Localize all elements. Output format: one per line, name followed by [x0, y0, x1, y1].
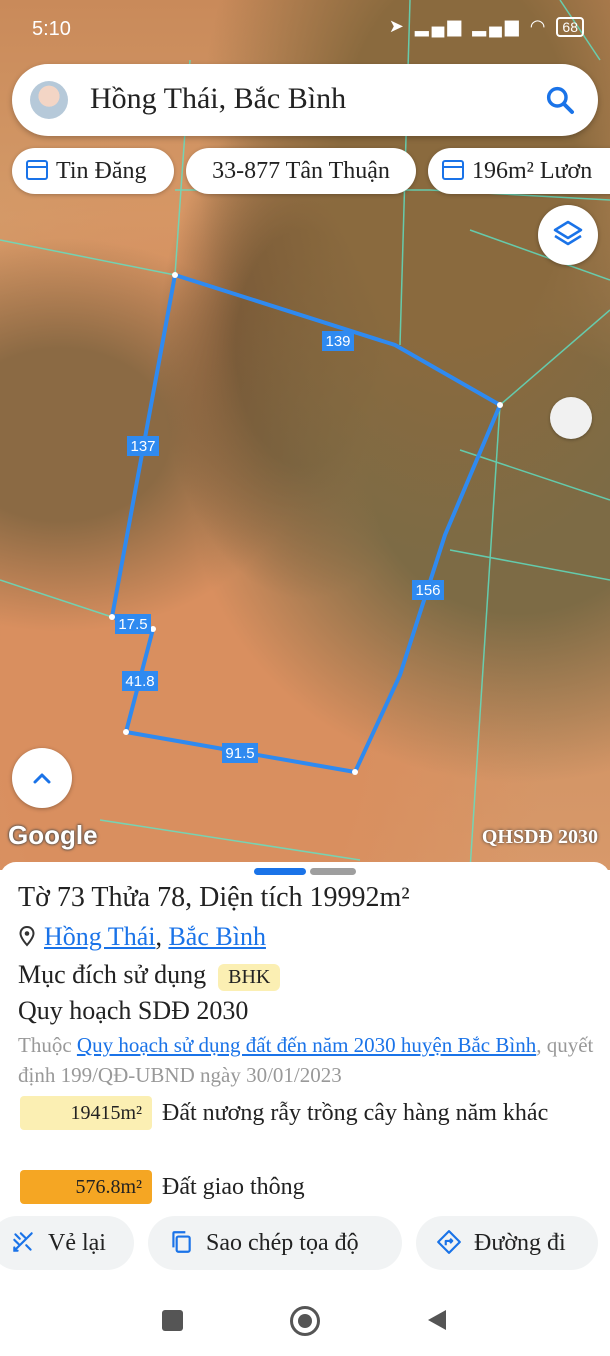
planning-source: Thuộc Quy hoạch sử dụng đất đến năm 2030…	[18, 1030, 594, 1090]
location-separator: ,	[155, 922, 169, 951]
land-use-desc: Đất nương rẫy trồng cây hàng năm khác	[162, 1100, 549, 1126]
chevron-up-icon	[33, 773, 51, 784]
expand-up-button[interactable]	[12, 748, 72, 808]
edge-label-156: 156	[412, 580, 444, 600]
signal-wifi-icons: ➤ ▂▄▆ ▂▄▆ ◠	[388, 16, 549, 36]
battery-level: 68	[562, 19, 578, 35]
status-bar: 5:10 ➤ ▂▄▆ ▂▄▆ ◠ 68	[0, 0, 610, 58]
svg-text:91.5: 91.5	[225, 745, 254, 762]
chip-listing[interactable]: 196m² Lươn	[428, 148, 610, 194]
edge-label-17-5: 17.5	[115, 614, 151, 634]
chip-tin-dang[interactable]: Tin Đăng	[12, 148, 174, 194]
copy-icon	[172, 1231, 191, 1254]
chip-parcel-id[interactable]: 33-877 Tân Thuận	[186, 148, 416, 194]
search-bar[interactable]: Hồng Thái, Bắc Bình	[12, 64, 598, 136]
chip-label: Tin Đăng	[56, 158, 147, 184]
purpose-badge: BHK	[218, 963, 281, 991]
calendar-icon	[442, 160, 464, 181]
map-handle-button[interactable]	[550, 397, 592, 439]
battery-icon: 68	[556, 17, 584, 37]
parcel-location: Hồng Thái, Bắc Bình	[18, 922, 266, 952]
copy-coordinates-button[interactable]: Sao chép tọa độ	[148, 1216, 402, 1270]
avatar[interactable]	[30, 81, 68, 119]
google-logo: Google	[8, 820, 98, 850]
action-bar: Vẻ lại Sao chép tọa độ Đường đi	[0, 1216, 610, 1272]
svg-text:17.5: 17.5	[118, 616, 147, 633]
parcel-heading: Tờ 73 Thửa 78, Diện tích 19992m²	[18, 882, 410, 913]
parcel-vertices	[109, 272, 503, 775]
home-dot	[298, 1314, 312, 1328]
layers-icon	[553, 220, 583, 246]
land-use-row: 576.8m² Đất giao thông	[20, 1170, 600, 1206]
source-prefix: Thuộc	[18, 1033, 77, 1057]
land-use-desc: Đất giao thông	[162, 1174, 305, 1200]
land-use-row: 19415m² Đất nương rẫy trồng cây hàng năm…	[20, 1096, 600, 1166]
sheet-handle[interactable]	[310, 868, 356, 875]
directions-label: Đường đi	[474, 1230, 566, 1256]
edge-label-137: 137	[127, 436, 159, 456]
directions-button[interactable]: Đường đi	[416, 1216, 598, 1270]
chip-label: 33-877 Tân Thuận	[212, 158, 390, 184]
svg-text:139: 139	[325, 333, 350, 350]
planning-title: Quy hoạch SDĐ 2030	[18, 996, 249, 1025]
redraw-label: Vẻ lại	[48, 1230, 106, 1256]
search-title[interactable]: Hồng Thái, Bắc Bình	[90, 82, 346, 116]
edge-label-91-5: 91.5	[222, 743, 258, 763]
overlay-label: QHSDĐ 2030	[481, 826, 598, 848]
location-link-commune[interactable]: Hồng Thái	[44, 922, 155, 951]
svg-text:41.8: 41.8	[125, 673, 154, 690]
location-link-district[interactable]: Bắc Bình	[168, 922, 266, 951]
planning-link[interactable]: Quy hoạch sử dụng đất đến năm 2030 huyện…	[77, 1033, 536, 1057]
land-purpose: Mục đích sử dụng BHK	[18, 960, 281, 991]
area-value: 576.8m²	[20, 1170, 152, 1204]
status-time: 5:10	[32, 18, 71, 40]
sheet-handle-active[interactable]	[254, 868, 306, 875]
directions-icon	[437, 1230, 461, 1255]
layers-button[interactable]	[538, 205, 598, 265]
parcel-info-sheet[interactable]: Tờ 73 Thửa 78, Diện tích 19992m² Hồng Th…	[0, 862, 610, 1356]
edge-label-41-8: 41.8	[122, 671, 158, 691]
edge-label-139: 139	[322, 331, 354, 351]
recents-button[interactable]	[162, 1310, 183, 1331]
back-button[interactable]	[426, 1308, 448, 1332]
redraw-button[interactable]: Vẻ lại	[0, 1216, 134, 1270]
parcel-outline[interactable]	[109, 272, 503, 775]
purpose-label: Mục đích sử dụng	[18, 960, 207, 989]
svg-text:156: 156	[415, 582, 440, 599]
status-icons: ➤ ▂▄▆ ▂▄▆ ◠ 68	[389, 16, 584, 37]
svg-text:137: 137	[130, 438, 155, 455]
area-value: 19415m²	[20, 1096, 152, 1130]
chip-label: 196m² Lươn	[472, 158, 593, 184]
system-nav-bar	[0, 1290, 610, 1356]
calendar-icon	[26, 160, 48, 181]
satellite-map[interactable]: 139 137 156 17.5 41.8 91.5 5:10 ➤ ▂▄▆ ▂▄…	[0, 0, 610, 870]
search-icon[interactable]	[544, 84, 576, 116]
ruler-pencil-icon	[13, 1232, 33, 1253]
location-pin-icon	[19, 925, 35, 947]
copy-label: Sao chép tọa độ	[206, 1230, 359, 1256]
home-button[interactable]	[290, 1306, 320, 1336]
